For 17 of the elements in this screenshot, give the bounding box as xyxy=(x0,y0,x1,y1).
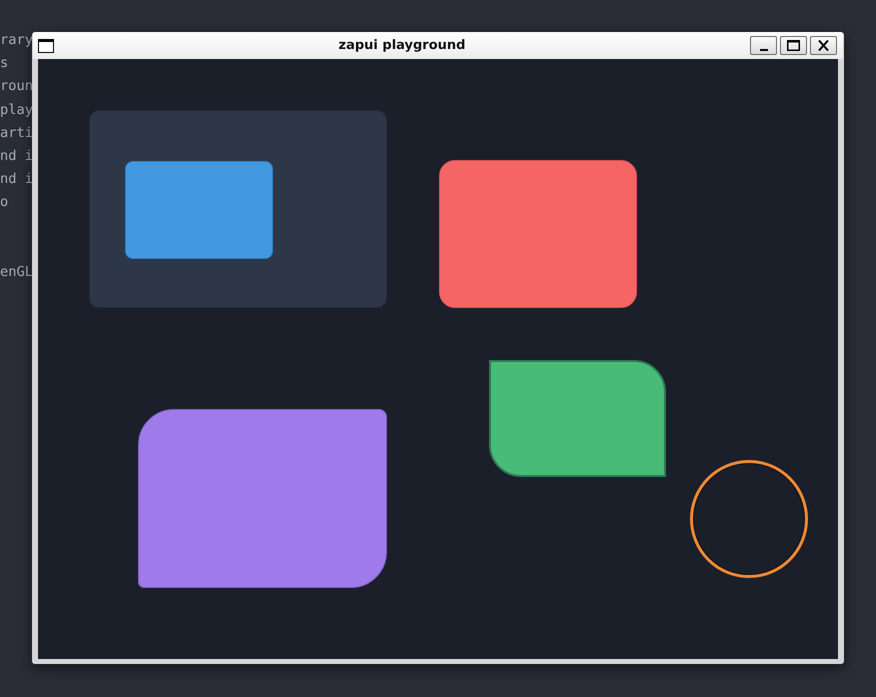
close-icon xyxy=(817,40,830,51)
close-button[interactable] xyxy=(810,36,837,55)
terminal-line: o xyxy=(0,193,8,212)
maximize-icon xyxy=(787,40,800,51)
terminal-line: nd i xyxy=(0,170,33,190)
terminal-line: rary xyxy=(0,31,33,50)
terminal-line: enGL xyxy=(0,262,33,282)
minimize-button[interactable] xyxy=(750,36,777,55)
maximize-button[interactable] xyxy=(780,36,807,55)
terminal-line: nd i xyxy=(0,146,33,166)
window-menu-icon[interactable] xyxy=(38,38,54,52)
minimize-icon xyxy=(760,48,768,50)
window-title: zapui playground xyxy=(338,38,466,53)
terminal-line: arti xyxy=(0,124,33,143)
terminal-line: play xyxy=(0,100,33,120)
terminal-line: s xyxy=(0,54,8,74)
terminal-line: roun xyxy=(0,77,33,96)
